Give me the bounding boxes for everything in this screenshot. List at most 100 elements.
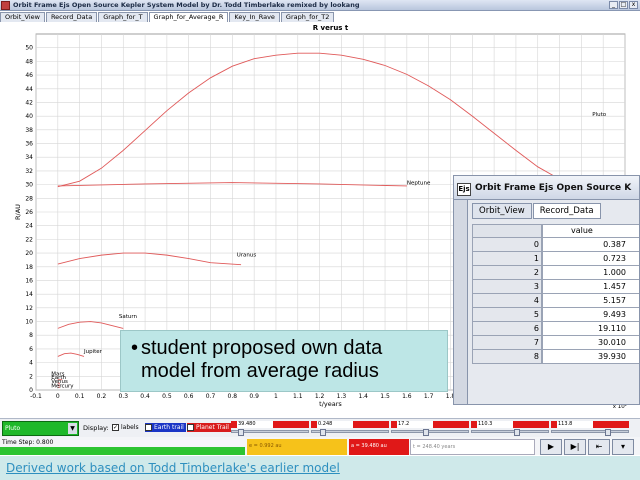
- overlay-title: Orbit Frame Ejs Open Source K: [475, 183, 632, 193]
- slider-value[interactable]: 113.8: [557, 421, 593, 428]
- series-label-uranus: Uranus: [237, 253, 257, 259]
- x-tick-label: 0.5: [162, 393, 172, 400]
- row-index: 8: [472, 350, 542, 364]
- play-button[interactable]: ▶: [540, 439, 562, 455]
- y-tick-label: 16: [25, 277, 33, 284]
- slider-value[interactable]: 17.2: [397, 421, 433, 428]
- labels-checkbox-label: labels: [121, 424, 139, 431]
- slider-eccentricity[interactable]: 0.248: [311, 421, 389, 436]
- table-row[interactable]: 4 5.157: [472, 294, 639, 308]
- slider-node[interactable]: 110.3: [471, 421, 549, 436]
- row-value[interactable]: 0.723: [542, 252, 639, 266]
- y-tick-label: 10: [25, 319, 33, 326]
- y-tick-label: 40: [25, 113, 33, 120]
- y-tick-label: 44: [25, 86, 33, 93]
- row-index: 5: [472, 308, 542, 322]
- menu-icon: ▾: [620, 442, 625, 451]
- labels-checkbox[interactable]: ✓ labels: [112, 423, 139, 432]
- y-tick-label: 36: [25, 141, 33, 148]
- window-controls: _ □ x: [609, 1, 638, 9]
- table-row[interactable]: 8 39.930: [472, 350, 639, 364]
- table-row[interactable]: 0 0.387: [472, 238, 639, 252]
- row-value[interactable]: 9.493: [542, 308, 639, 322]
- slider-perihelion[interactable]: 113.8: [551, 421, 629, 436]
- y-tick-label: 2: [29, 373, 33, 380]
- chevron-down-icon[interactable]: ▼: [68, 423, 77, 434]
- row-value[interactable]: 1.457: [542, 280, 639, 294]
- reset-button[interactable]: ⇤: [588, 439, 610, 455]
- tab-orbit-view[interactable]: Orbit_View: [0, 12, 45, 22]
- slider-thumb[interactable]: [238, 429, 245, 436]
- table-row[interactable]: 5 9.493: [472, 308, 639, 322]
- slider-thumb[interactable]: [605, 429, 611, 436]
- maximize-icon[interactable]: □: [619, 1, 628, 9]
- checkmark-icon: ✓: [112, 424, 119, 431]
- main-tab-bar: Orbit_View Record_Data Graph_for_T Graph…: [0, 12, 335, 22]
- footer-banner: Derived work based on Todd Timberlake's …: [0, 456, 640, 480]
- y-tick-label: 46: [25, 72, 33, 79]
- y-tick-label: 38: [25, 127, 33, 134]
- series-label-neptune: Neptune: [407, 181, 431, 187]
- step-button[interactable]: ▶|: [564, 439, 586, 455]
- column-header-value: value: [542, 224, 639, 238]
- tab-graph-for-t[interactable]: Graph_for_T: [98, 12, 148, 22]
- table-corner: [472, 224, 542, 238]
- table-row[interactable]: 6 19.110: [472, 322, 639, 336]
- play-icon: ▶: [547, 442, 555, 451]
- earth-trail-checkbox[interactable]: ✓ Earth trail: [145, 423, 186, 432]
- slider-inclination[interactable]: 17.2: [391, 421, 469, 436]
- planet-select[interactable]: Pluto ▼: [2, 421, 79, 436]
- time-readout: t = 248.40 years: [410, 439, 535, 455]
- planet-trail-checkbox[interactable]: ✓ Planet Trail: [187, 423, 231, 432]
- close-icon[interactable]: x: [629, 1, 638, 9]
- row-value[interactable]: 1.000: [542, 266, 639, 280]
- table-row[interactable]: 3 1.457: [472, 280, 639, 294]
- x-tick-label: 1.4: [358, 393, 368, 400]
- y-tick-label: 24: [25, 223, 33, 230]
- tab-record-data[interactable]: Record_Data: [45, 12, 98, 22]
- y-tick-label: 6: [29, 346, 33, 353]
- tab-key-in-rave[interactable]: Key_In_Rave: [229, 12, 280, 22]
- series-label-mercury: Mercury: [51, 383, 74, 389]
- y-tick-label: 50: [25, 45, 33, 52]
- slider-semi-major-axis[interactable]: 39.480: [231, 421, 309, 436]
- callout-text: student proposed own data model from ave…: [141, 337, 383, 382]
- row-index: 6: [472, 322, 542, 336]
- y-tick-label: 20: [25, 250, 33, 257]
- x-tick-label: 1.6: [402, 393, 412, 400]
- row-index: 2: [472, 266, 542, 280]
- time-step-bar[interactable]: [0, 447, 245, 455]
- checkmark-icon: ✓: [145, 424, 152, 431]
- y-tick-label: 22: [25, 236, 33, 243]
- slider-thumb[interactable]: [319, 429, 326, 436]
- row-value[interactable]: 39.930: [542, 350, 639, 364]
- slider-value[interactable]: 39.480: [237, 421, 273, 428]
- table-row[interactable]: 2 1.000: [472, 266, 639, 280]
- row-value[interactable]: 30.010: [542, 336, 639, 350]
- row-value[interactable]: 5.157: [542, 294, 639, 308]
- table-row[interactable]: 7 30.010: [472, 336, 639, 350]
- row-value[interactable]: 19.110: [542, 322, 639, 336]
- row-value[interactable]: 0.387: [542, 238, 639, 252]
- row-index: 3: [472, 280, 542, 294]
- tab-record-data[interactable]: Record_Data: [532, 203, 601, 219]
- tab-graph-for-average-r[interactable]: Graph_for_Average_R: [148, 12, 229, 22]
- x-tick-label: 0.2: [97, 393, 107, 400]
- tab-graph-for-t2[interactable]: Graph_for_T2: [280, 12, 335, 22]
- slider-thumb[interactable]: [514, 429, 521, 436]
- x-tick-label: 1: [274, 393, 278, 400]
- y-tick-label: 34: [25, 154, 33, 161]
- overlay-titlebar: Ejs Orbit Frame Ejs Open Source K: [454, 176, 639, 200]
- derived-work-link[interactable]: Derived work based on Todd Timberlake's …: [6, 461, 340, 475]
- tab-orbit-view[interactable]: Orbit_View: [472, 203, 532, 219]
- x-tick-label: 0.9: [249, 393, 259, 400]
- slider-value[interactable]: 110.3: [477, 421, 513, 428]
- display-label: Display:: [83, 424, 109, 432]
- slider-thumb[interactable]: [423, 429, 430, 436]
- minimize-icon[interactable]: _: [609, 1, 618, 9]
- table-row[interactable]: 1 0.723: [472, 252, 639, 266]
- y-tick-label: 28: [25, 195, 33, 202]
- menu-button[interactable]: ▾: [612, 439, 634, 455]
- x-tick-label: 0.3: [118, 393, 128, 400]
- slider-value[interactable]: 0.248: [317, 421, 353, 428]
